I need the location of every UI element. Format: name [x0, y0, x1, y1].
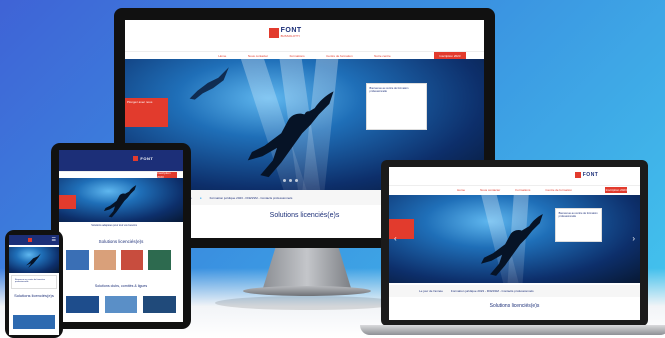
laptop-screen: FONT Home Nous contacter Formations Cent…: [381, 160, 648, 326]
diver-silhouette-icon: [247, 91, 334, 177]
second-diver-icon: [189, 67, 229, 100]
logo-mark-icon: [268, 27, 279, 38]
thumbnail[interactable]: [93, 249, 117, 271]
nav-item-contact[interactable]: Nous contacter: [480, 188, 500, 192]
promo-red-card[interactable]: [389, 219, 415, 239]
nav-item-formations[interactable]: Formations: [515, 188, 530, 192]
thumbnail[interactable]: [143, 296, 176, 314]
signup-button[interactable]: Inscription 2023: [604, 187, 628, 194]
twitter-icon[interactable]: ●: [200, 196, 202, 200]
diver-silhouette-icon: [481, 213, 544, 276]
brand-logo[interactable]: FONT: [133, 154, 170, 163]
welcome-card-text: Bienvenue au centre de formation profess…: [558, 211, 598, 218]
promo-red-text: Plongez avec nous: [127, 100, 153, 105]
nav-item-contact[interactable]: Nous contacter: [248, 54, 268, 58]
thumbnail[interactable]: [148, 249, 171, 271]
welcome-card: Bienvenue au centre de formation profess…: [365, 82, 427, 130]
section-title-licensed: Solutions licenciés(e)s: [489, 303, 540, 310]
welcome-card: Bienvenue au centre de formation profess…: [11, 275, 57, 289]
logo-mark-icon: [574, 171, 581, 178]
diver-silhouette-icon: [25, 253, 41, 269]
phone-device: ☰ Bienvenue au centre de formation profe…: [5, 230, 63, 338]
carousel-dot[interactable]: [288, 179, 292, 183]
logo-mark-icon: [133, 156, 139, 162]
promo-red-card[interactable]: Plongez avec nous: [125, 98, 169, 128]
nav-item-formations[interactable]: Formations: [290, 54, 305, 58]
menu-icon[interactable]: ☰: [52, 237, 56, 243]
tagline-text: Solutions adaptées pour tout vos besoins: [91, 223, 137, 227]
main-navigation: Home Nous contacter Formations Centre de…: [389, 185, 640, 194]
hero-banner: Bienvenue au centre de formation profess…: [389, 194, 640, 284]
section-title-licensed: Solutions licenciés(e)s: [98, 239, 144, 245]
info-link[interactable]: Le jour de l'année: [419, 289, 443, 293]
site-header: FONT BUSSOLOTTI: [125, 20, 484, 51]
hero-banner: [59, 177, 183, 223]
carousel-dot[interactable]: [294, 179, 298, 183]
tablet-website: FONT Inscription 2023 Solutions adaptées…: [59, 150, 183, 322]
carousel-prev-icon[interactable]: ‹: [394, 234, 397, 243]
site-header: ☰: [9, 235, 59, 245]
section-title-licensed: Solutions licenciés(e)s: [14, 293, 54, 298]
welcome-card-text: Bienvenue au centre de formation profess…: [369, 86, 409, 93]
thumbnail[interactable]: [66, 296, 99, 314]
logo-text: FONT: [582, 171, 599, 178]
carousel-dots[interactable]: [282, 179, 298, 183]
logo-mark-icon: [28, 237, 32, 242]
promo-red-card[interactable]: [59, 195, 77, 209]
monitor-foot: [243, 286, 371, 296]
carousel-dot[interactable]: [282, 179, 286, 183]
site-header: FONT: [59, 150, 183, 171]
brand-logo[interactable]: FONT: [574, 171, 620, 179]
info-bar: Le jour de l'année Formation juridique 2…: [389, 284, 640, 298]
section-title-clubs: Solutions clubs, comités & ligues: [94, 284, 148, 289]
tweet-text[interactable]: Formation juridique 2023 - FFESSM - Cont…: [210, 196, 293, 200]
nav-item-home[interactable]: Home: [457, 188, 465, 192]
thumbnail[interactable]: [66, 249, 89, 271]
carousel-next-icon[interactable]: ›: [632, 234, 635, 243]
logo-text: FONT: [280, 27, 302, 35]
welcome-card: Bienvenue au centre de formation profess…: [554, 207, 603, 242]
monitor-shadow: [215, 296, 401, 310]
brand-logo[interactable]: FONT BUSSOLOTTI: [268, 26, 348, 40]
thumbnail[interactable]: [104, 296, 138, 314]
hero-banner: [9, 247, 59, 273]
phone-website: ☰ Bienvenue au centre de formation profe…: [9, 235, 59, 335]
tablet-device: FONT Inscription 2023 Solutions adaptées…: [51, 143, 191, 329]
thumbnail[interactable]: [121, 249, 144, 271]
welcome-card-text: Bienvenue au centre de formation profess…: [15, 279, 46, 283]
logo-subtext: BUSSOLOTTI: [280, 34, 300, 39]
laptop-base: [360, 325, 665, 335]
nav-item-centre[interactable]: Notre centre: [374, 54, 391, 58]
diver-silhouette-icon: [103, 185, 136, 218]
nav-item-home[interactable]: Home: [218, 54, 226, 58]
site-header: FONT: [389, 167, 640, 186]
nav-item-centre-formation[interactable]: Centre de formation: [545, 188, 572, 192]
laptop-website: FONT Home Nous contacter Formations Cent…: [389, 167, 640, 320]
thumbnail[interactable]: [13, 315, 55, 329]
logo-text: FONT: [140, 156, 154, 162]
monitor-stand: [263, 248, 351, 288]
tweet-text[interactable]: Formation juridique 2023 - FFESSM - Cont…: [451, 289, 534, 293]
nav-item-centre-formation[interactable]: Centre de formation: [326, 54, 353, 58]
